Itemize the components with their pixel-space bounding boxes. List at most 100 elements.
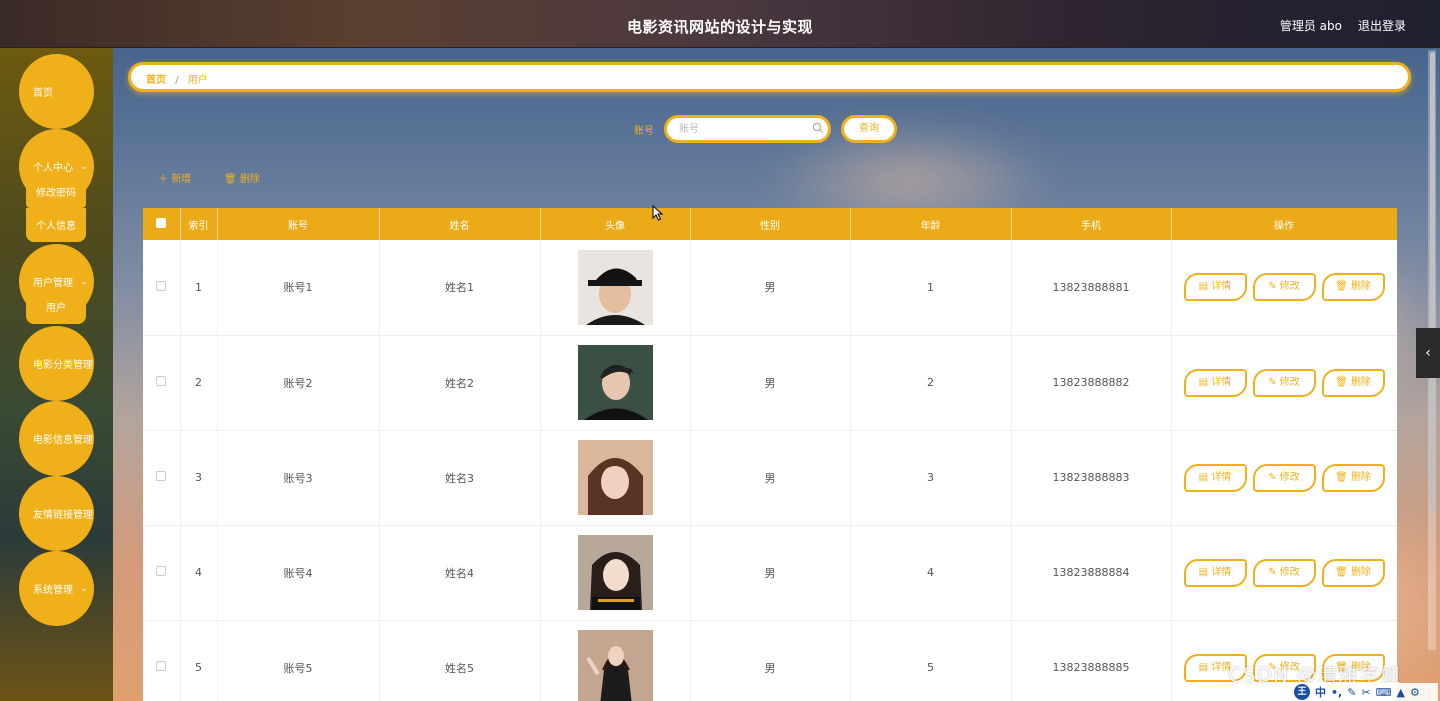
pen-icon[interactable]: ✎	[1347, 686, 1356, 699]
search-input[interactable]	[664, 115, 831, 143]
row-checkbox[interactable]	[156, 661, 167, 671]
trash-icon: 🗑	[1335, 281, 1351, 293]
scrollbar-thumb[interactable]	[1430, 52, 1435, 512]
cell-name: 姓名1	[379, 240, 541, 336]
search-label: 账号	[634, 126, 654, 137]
scissors-icon[interactable]: ✂	[1361, 686, 1370, 699]
avatar	[577, 440, 653, 515]
avatar	[577, 345, 653, 420]
cell-phone: 13823888885	[1011, 620, 1172, 701]
delete-button[interactable]: 🗑 删除	[1321, 273, 1385, 302]
sidebar-item-friend-links[interactable]: 友情链接管理	[19, 476, 94, 551]
sidebar-subitem-change-password[interactable]: 修改密码	[26, 186, 86, 208]
detail-button[interactable]: ▤ 详情	[1183, 273, 1247, 302]
cell-phone: 13823888883	[1011, 430, 1172, 526]
cell-index: 4	[180, 525, 218, 621]
trash-icon: 🗑	[1335, 566, 1351, 578]
edit-icon: ✎	[1268, 281, 1280, 293]
cell-phone: 13823888884	[1011, 525, 1172, 621]
document-icon: ▤	[1198, 376, 1212, 388]
trash-icon: 🗑	[1335, 471, 1351, 483]
select-all-cell	[143, 208, 181, 240]
cell-gender: 男	[690, 240, 851, 336]
sidebar-item-system[interactable]: 系统管理 ⌄	[19, 551, 94, 626]
edit-button[interactable]: ✎ 修改	[1252, 273, 1316, 302]
logout-link[interactable]: 退出登录	[1358, 17, 1406, 34]
cell-account: 账号1	[217, 240, 380, 336]
site-title: 电影资讯网站的设计与实现	[626, 18, 813, 36]
top-header: 电影资讯网站的设计与实现 管理员 abo 退出登录	[0, 0, 1440, 48]
delete-button[interactable]: 🗑 删除	[1321, 558, 1385, 587]
sidebar-subitem-personal-info[interactable]: 个人信息	[26, 208, 86, 242]
cell-age: 5	[850, 620, 1012, 701]
row-checkbox[interactable]	[156, 376, 167, 386]
punctuation-icon[interactable]: •,	[1331, 686, 1342, 699]
edit-icon: ✎	[1268, 376, 1280, 388]
column-header-phone: 手机	[1011, 208, 1172, 240]
delete-button[interactable]: 🗑 删除	[1321, 463, 1385, 492]
shirt-icon[interactable]: ▲	[1397, 686, 1405, 699]
column-header-avatar: 头像	[540, 208, 691, 240]
batch-delete-button[interactable]: 🗑 删除	[224, 170, 260, 185]
breadcrumb-current: 用户	[187, 75, 208, 86]
cell-gender: 男	[690, 430, 851, 526]
chevron-down-icon: ⌄	[80, 584, 88, 594]
delete-button[interactable]: 🗑 删除	[1321, 368, 1385, 397]
breadcrumb-separator: /	[175, 75, 179, 86]
detail-button[interactable]: ▤ 详情	[1183, 368, 1247, 397]
cell-gender: 男	[690, 620, 851, 701]
cell-name: 姓名2	[379, 335, 541, 431]
cell-age: 1	[850, 240, 1012, 336]
sidebar-subitem-users[interactable]: 用户	[26, 296, 86, 324]
row-checkbox[interactable]	[156, 566, 167, 576]
ime-toolbar: 王 中 •, ✎ ✂ ⌨ ▲ ⚙	[1290, 683, 1438, 701]
edit-icon: ✎	[1268, 471, 1280, 483]
column-header-account: 账号	[217, 208, 380, 240]
cell-age: 2	[850, 335, 1012, 431]
sidebar-item-movie-info[interactable]: 电影信息管理	[19, 401, 94, 476]
column-header-actions: 操作	[1171, 208, 1397, 240]
cell-account: 账号4	[217, 525, 380, 621]
current-user: 管理员 abo	[1279, 19, 1342, 33]
table-row: 5 账号5 姓名5 男 5 13823888885 ▤ 详情 ✎ 修改 🗑 删除	[143, 620, 1397, 701]
sidebar-item-movie-category[interactable]: 电影分类管理	[19, 326, 94, 401]
keyboard-icon[interactable]: ⌨	[1376, 686, 1392, 699]
side-panel-toggle[interactable]: ‹	[1416, 328, 1440, 378]
column-header-gender: 性别	[690, 208, 851, 240]
gear-icon[interactable]: ⚙	[1410, 686, 1420, 699]
cell-index: 2	[180, 335, 218, 431]
table-row: 2 账号2 姓名2 男 2 13823888882 ▤ 详情 ✎ 修改 🗑 删除	[143, 335, 1397, 431]
edit-button[interactable]: ✎ 修改	[1252, 463, 1316, 492]
cell-name: 姓名4	[379, 525, 541, 621]
cell-name: 姓名3	[379, 430, 541, 526]
chevron-left-icon: ‹	[1425, 345, 1431, 361]
avatar	[577, 535, 653, 610]
ime-logo-icon[interactable]: 王	[1294, 684, 1310, 700]
chevron-down-icon: ⌄	[80, 277, 88, 287]
search-icon	[812, 122, 824, 134]
query-button[interactable]: 查询	[841, 115, 897, 143]
document-icon: ▤	[1198, 471, 1212, 483]
plus-icon: ＋	[158, 174, 172, 185]
detail-button[interactable]: ▤ 详情	[1183, 558, 1247, 587]
breadcrumb-home[interactable]: 首页	[146, 75, 166, 86]
detail-button[interactable]: ▤ 详情	[1183, 463, 1247, 492]
edit-button[interactable]: ✎ 修改	[1252, 368, 1316, 397]
sidebar: 首页 个人中心 ⌄ 修改密码 个人信息 用户管理 ⌄ 用户 电影分类管理 电影信…	[0, 48, 113, 701]
avatar	[577, 249, 653, 325]
table-row: 4 账号4 姓名4 男 4 13823888884 ▤ 详情 ✎ 修改 🗑 删除	[143, 525, 1397, 621]
add-button[interactable]: ＋ 新增	[158, 170, 191, 185]
edit-icon: ✎	[1268, 566, 1280, 578]
cell-age: 3	[850, 430, 1012, 526]
sidebar-item-home[interactable]: 首页	[19, 54, 94, 129]
document-icon: ▤	[1198, 661, 1212, 673]
avatar	[577, 630, 653, 701]
cell-name: 姓名5	[379, 620, 541, 701]
edit-button[interactable]: ✎ 修改	[1252, 558, 1316, 587]
user-table: 索引 账号 姓名 头像 性别 年龄 手机 操作 1 账号1 姓名1 男 1 13…	[143, 208, 1397, 701]
row-checkbox[interactable]	[156, 471, 167, 481]
row-checkbox[interactable]	[156, 280, 167, 291]
cell-phone: 13823888881	[1011, 240, 1172, 336]
ime-mode[interactable]: 中	[1315, 684, 1326, 700]
select-all-checkbox[interactable]	[156, 217, 167, 228]
